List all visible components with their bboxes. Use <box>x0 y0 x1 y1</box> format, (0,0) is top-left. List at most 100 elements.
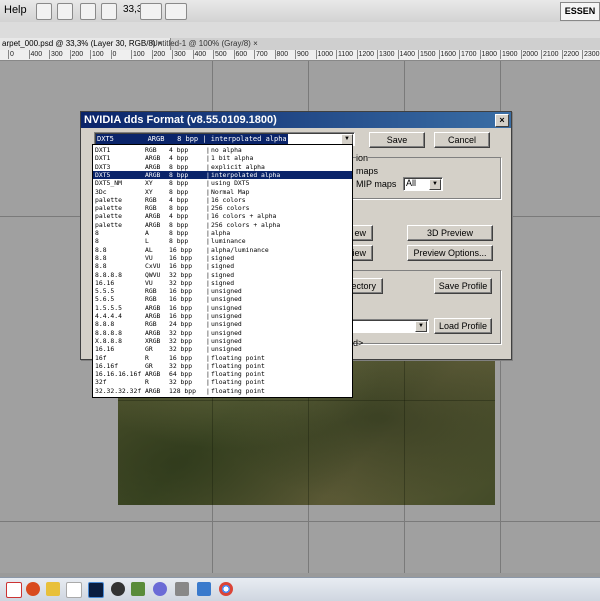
arrange-documents-icon[interactable] <box>140 3 162 20</box>
tool-icon[interactable] <box>175 582 189 596</box>
format-option[interactable]: DXT1 ARGB 4 bpp 1 bit alpha | <box>93 154 352 162</box>
format-option[interactable]: 16.16 GR 32 bpp unsigned | <box>93 345 352 353</box>
format-option[interactable]: 16.16 VU 32 bpp signed | <box>93 279 352 287</box>
format-option[interactable]: DXT3 ARGB 8 bpp explicit alpha | <box>93 163 352 171</box>
format-option-name: 8.8 <box>95 245 107 254</box>
tab-close-icon[interactable]: × <box>253 39 258 48</box>
menu-help[interactable]: Help <box>4 4 27 16</box>
format-option[interactable]: 5.6.5 RGB 16 bpp unsigned | <box>93 295 352 303</box>
advanced-link[interactable]: d> <box>353 338 363 348</box>
format-option-name: 8.8 <box>95 262 107 271</box>
format-option-name: 8 <box>95 237 99 246</box>
word-icon[interactable] <box>197 582 211 596</box>
firefox-icon[interactable] <box>26 582 40 596</box>
bridge-icon[interactable] <box>36 3 52 20</box>
format-option[interactable]: 1.5.5.5 ARGB 16 bpp unsigned | <box>93 304 352 312</box>
chevron-down-icon[interactable]: ▼ <box>415 321 427 332</box>
format-option[interactable]: 32f R 32 bpp floating point | <box>93 378 352 386</box>
dialog-title: NVIDIA dds Format (v8.55.0109.1800) <box>84 114 277 126</box>
preview-button-label: ew <box>354 228 366 238</box>
tab-untitled-document[interactable]: Untitled-1 @ 100% (Gray/8) × <box>146 38 264 50</box>
format-option[interactable]: 8A8 bpp alpha | <box>93 229 352 237</box>
format-option-bpp: 8 bpp <box>169 220 189 229</box>
format-option[interactable]: palette RGB 8 bpp 256 colors | <box>93 204 352 212</box>
format-option[interactable]: 8.8 VU 16 bpp signed | <box>93 254 352 262</box>
format-option-bpp: 16 bpp <box>169 353 193 362</box>
hand-icon[interactable] <box>101 3 117 20</box>
media-icon[interactable] <box>153 582 167 596</box>
pdf-icon[interactable] <box>6 582 22 598</box>
format-option-bpp: 32 bpp <box>169 336 193 345</box>
ruler-tick: 1500 <box>418 50 436 59</box>
options-bar <box>0 22 600 39</box>
format-option-chan: A <box>145 229 149 237</box>
screen-mode-icon[interactable] <box>165 3 187 20</box>
generate-mip-maps-label: maps <box>356 166 379 176</box>
format-option[interactable]: palette RGB 4 bpp 16 colors | <box>93 196 352 204</box>
format-option[interactable]: X.8.8.8 XRGB 32 bpp unsigned | <box>93 337 352 345</box>
ruler-tick: 1100 <box>336 50 354 59</box>
format-option-desc: signed <box>211 253 235 262</box>
save-button[interactable]: Save <box>369 132 425 148</box>
format-option[interactable]: 5.5.5 RGB 16 bpp unsigned | <box>93 287 352 295</box>
format-option-name: 8.8.8 <box>95 320 115 329</box>
format-option[interactable]: 8.8.8.8 ARGB 32 bpp unsigned | <box>93 329 352 337</box>
format-option-bpp: 16 bpp <box>169 245 193 254</box>
format-option[interactable]: DXT5_NM XY 8 bpp using DXT5 | <box>93 179 352 187</box>
chrome-icon[interactable] <box>219 582 233 596</box>
format-option[interactable]: 8.8.8 RGB 24 bpp unsigned | <box>93 320 352 328</box>
format-option[interactable]: 16.16.16.16f ARGB 64 bpp floating point | <box>93 370 352 378</box>
horizontal-ruler: 0 400 300 200 100 0 100 200 300 400 500 600 700 800 90… <box>0 50 600 61</box>
minibridge-icon[interactable] <box>57 3 73 20</box>
format-option-desc: signed <box>211 262 235 271</box>
profile-select[interactable]: ▼ <box>343 319 429 333</box>
mip-count-select[interactable]: All ▼ <box>403 177 443 191</box>
format-dropdown-list[interactable]: DXT1 RGB 4 bpp no alpha | DXT1 ARGB 4 bpp 1 bit … <box>92 144 353 398</box>
chevron-down-icon[interactable]: ▼ <box>429 179 441 190</box>
format-option-chan: ARGB <box>145 328 161 337</box>
ruler-tick: 900 <box>295 50 309 59</box>
format-option[interactable]: 8.8 CxVU 16 bpp signed | <box>93 262 352 270</box>
cancel-button[interactable]: Cancel <box>434 132 490 148</box>
workspace-switcher[interactable]: ESSEN <box>560 2 600 21</box>
format-option[interactable]: palette ARGB 8 bpp 256 colors + alpha | <box>93 221 352 229</box>
format-option-chan: XY <box>145 179 153 188</box>
save-profile-button[interactable]: Save Profile <box>434 278 492 294</box>
load-profile-button[interactable]: Load Profile <box>434 318 492 334</box>
3d-preview-button[interactable]: 3D Preview <box>407 225 493 241</box>
grid-icon[interactable] <box>80 3 96 20</box>
photoshop-icon[interactable] <box>88 582 104 598</box>
dialog-title-bar[interactable]: NVIDIA dds Format (v8.55.0109.1800) × <box>81 112 511 128</box>
format-option[interactable]: 4.4.4.4 ARGB 16 bpp unsigned | <box>93 312 352 320</box>
format-option-bpp: 8 bpp <box>169 187 189 196</box>
format-option[interactable]: DXT5 ARGB 8 bpp interpolated alpha | <box>93 170 352 180</box>
format-option[interactable]: 8.8.8.8 QWVU 32 bpp signed | <box>93 271 352 279</box>
format-option[interactable]: 32.32.32.32f ARGB 128 bpp floating point | <box>93 387 352 395</box>
preview-options-button[interactable]: Preview Options... <box>407 245 493 261</box>
ruler-tick: 2300 <box>582 50 600 59</box>
format-option-name: palette <box>95 195 122 204</box>
format-option-bpp: 8 bpp <box>169 204 189 213</box>
format-option[interactable]: 8.8 AL 16 bpp alpha/luminance | <box>93 246 352 254</box>
format-option-bpp: 32 bpp <box>169 361 193 370</box>
ruler-tick: 500 <box>213 50 227 59</box>
mip-count-value: All <box>406 178 417 188</box>
format-option-chan: CxVU <box>145 262 161 271</box>
format-option-chan: ARGB <box>145 170 161 179</box>
format-option-desc: alpha <box>211 229 231 237</box>
format-option-chan: RGB <box>145 204 157 213</box>
format-option[interactable]: palette ARGB 4 bpp 16 colors + alpha | <box>93 212 352 220</box>
guide-line <box>0 521 600 522</box>
nvidia-icon[interactable] <box>131 582 145 596</box>
format-option[interactable]: 16.16f GR 32 bpp floating point | <box>93 362 352 370</box>
3dsmax-icon[interactable] <box>111 582 125 596</box>
format-option[interactable]: 3Dc XY 8 bpp Normal Map | <box>93 188 352 196</box>
format-option-name: X.8.8.8 <box>95 336 122 345</box>
notepad-icon[interactable] <box>66 582 82 598</box>
format-option[interactable]: 8L8 bpp luminance | <box>93 237 352 245</box>
format-option[interactable]: DXT1 RGB 4 bpp no alpha | <box>93 146 352 154</box>
close-icon[interactable]: × <box>495 114 509 127</box>
format-option[interactable]: 16f R 16 bpp floating point | <box>93 354 352 362</box>
folder-icon[interactable] <box>46 582 60 596</box>
format-option-chan: GR <box>145 361 153 370</box>
